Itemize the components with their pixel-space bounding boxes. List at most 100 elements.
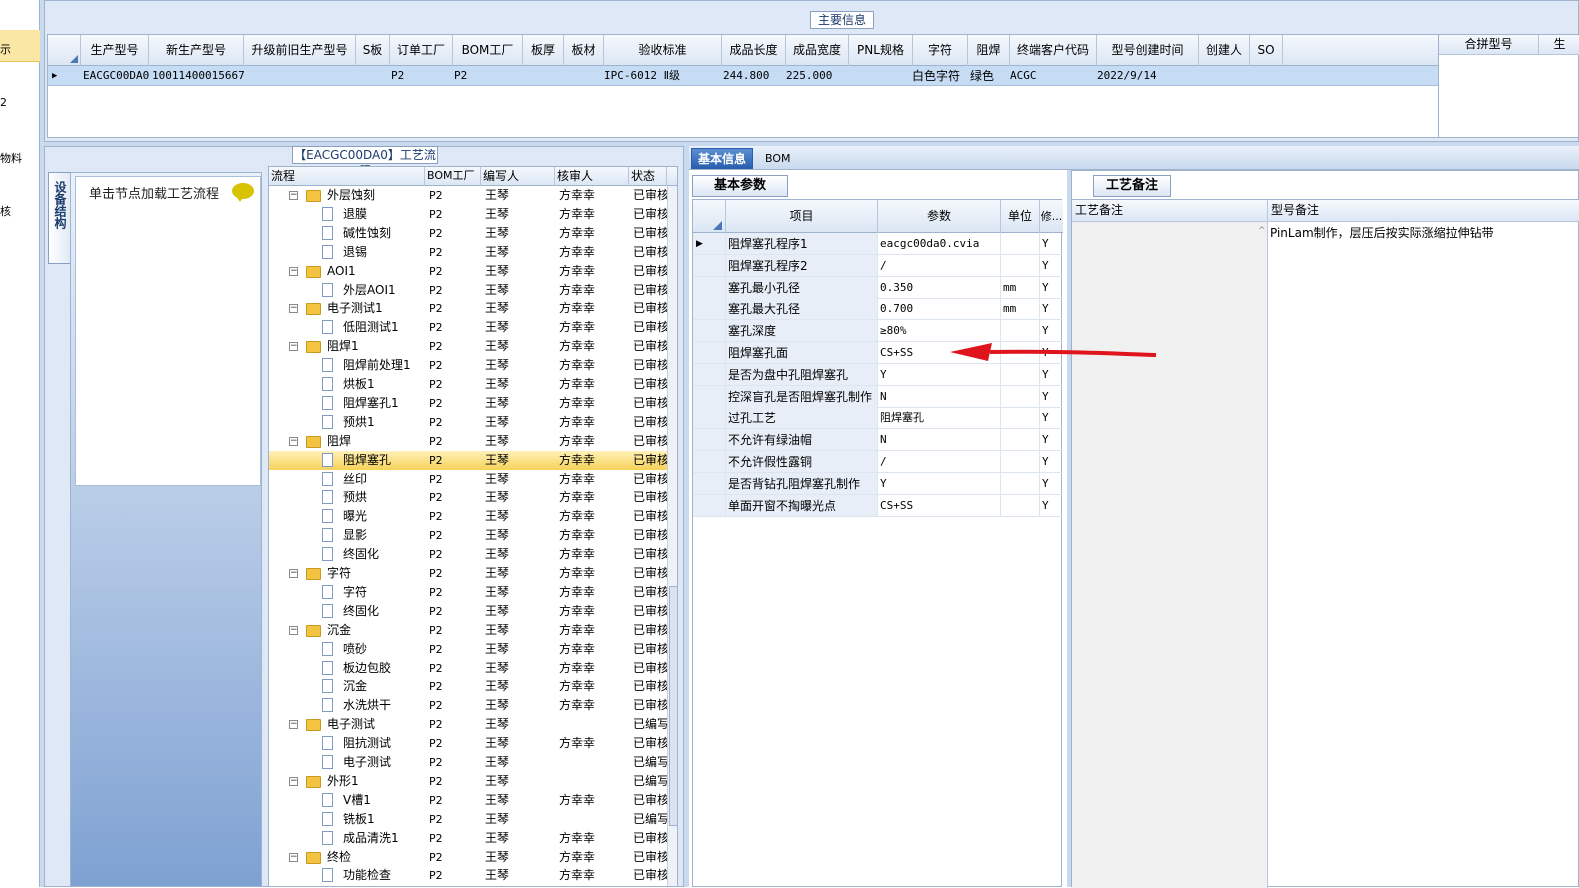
collapse-icon[interactable]: − [289,720,298,730]
tree-row[interactable]: 沉金 P2 王琴 方幸幸 已审核 [269,677,667,696]
tree-row[interactable]: 阻抗测试 P2 王琴 方幸幸 已审核 [269,734,667,753]
col-header[interactable]: 生产型号 [81,35,149,66]
tree-row[interactable]: 字符 P2 王琴 方幸幸 已审核 [269,583,667,602]
collapse-icon[interactable]: − [289,569,298,578]
param-value[interactable]: eacgc00da0.cvia [878,233,1001,254]
tree-row[interactable]: − 字符 P2 王琴 方幸幸 已审核 [269,564,667,583]
col-header[interactable]: 成品长度 [722,35,786,66]
collapse-icon[interactable]: − [289,852,298,862]
col-header[interactable]: 成品宽度 [786,35,849,66]
tab-basic-info[interactable]: 基本信息 [691,148,754,169]
cell[interactable]: IPC-6012 Ⅱ级 [604,66,680,86]
cell[interactable]: P2 [391,66,404,86]
param-row[interactable]: 过孔工艺 阻焊塞孔 Y [693,407,1063,430]
nav-item-0[interactable]: 示 [0,41,11,57]
col-header[interactable]: 验收标准 [604,35,722,66]
col-header[interactable]: 合拼型号 [1439,35,1539,55]
tree-scrollbar[interactable] [667,186,677,886]
tree-row[interactable]: 曝光 P2 王琴 方幸幸 已审核 [269,507,667,526]
tree-row[interactable]: 水洗烘干 P2 王琴 方幸幸 已审核 [269,696,667,715]
cell[interactable]: ACGC [1010,66,1037,86]
param-value[interactable]: N [878,385,1001,407]
tree-row[interactable]: 烘板1 P2 王琴 方幸幸 已审核 [269,375,667,394]
tree-row[interactable]: V槽1 P2 王琴 方幸幸 已审核 [269,791,667,810]
cell[interactable]: EACGC00DA0 [83,66,149,86]
tree-row[interactable]: 终固化 P2 王琴 方幸幸 已审核 [269,545,667,564]
tree-row[interactable]: 外层AOI1 P2 王琴 方幸幸 已审核 [269,281,667,300]
col-header[interactable]: 字符 [913,35,968,66]
tree-row[interactable]: − 外形1 P2 王琴 已编写 [269,772,667,791]
col-header[interactable]: 型号备注 [1268,200,1579,222]
col-header[interactable]: 单位 [1001,200,1040,233]
col-header[interactable]: 工艺备注 [1072,200,1268,222]
col-header[interactable]: 状态 [629,167,667,186]
collapse-icon[interactable]: − [289,191,298,200]
tab-bom[interactable]: BOM [759,148,797,169]
col-header[interactable]: 阻焊 [968,35,1010,66]
param-value[interactable]: N [878,429,1001,451]
tree-row[interactable]: 铣板1 P2 王琴 已编写 [269,810,667,829]
cell[interactable]: 白色字符 [912,66,960,86]
cell[interactable]: 225.000 [786,66,832,86]
tree-row[interactable]: − AOI1 P2 王琴 方幸幸 已审核 [269,262,667,281]
collapse-icon[interactable]: − [289,776,298,786]
param-row[interactable]: 单面开窗不掏曝光点 CS+SS Y [693,494,1063,517]
param-row[interactable]: 是否背钻孔阻焊塞孔制作 Y Y [693,472,1063,495]
tree-row[interactable]: 预烘 P2 王琴 方幸幸 已审核 [269,488,667,507]
collapse-icon[interactable]: − [289,342,298,352]
tree-row[interactable]: 显影 P2 王琴 方幸幸 已审核 [269,526,667,545]
param-row[interactable]: 不允许有绿油帽 N Y [693,429,1063,452]
nav-item-2[interactable]: 物料 [0,150,22,166]
tree-row[interactable]: − 阻焊1 P2 王琴 方幸幸 已审核 [269,337,667,356]
param-value[interactable]: / [878,451,1001,472]
param-row[interactable]: 阻焊塞孔程序2/ Y [693,254,1063,277]
col-header[interactable]: BOM工厂 [425,167,481,186]
param-value[interactable]: 0.700 [878,298,1001,320]
tab-basic-params[interactable]: 基本参数 [692,175,788,197]
cell[interactable]: 10011400015667 [152,66,245,86]
col-header[interactable]: 板材 [564,35,604,66]
param-value[interactable]: 0.350 [878,276,1001,298]
tree-row[interactable]: 板边包胶 P2 王琴 方幸幸 已审核 [269,659,667,678]
nav-item-3[interactable]: 核 [0,203,11,219]
col-header[interactable]: 流程 [269,167,425,186]
tree-row[interactable]: 低阻测试1 P2 王琴 方幸幸 已审核 [269,318,667,337]
scroll-up-icon[interactable]: ^ [1258,226,1266,236]
param-row[interactable]: 塞孔最小孔径 0.350 mm Y [693,276,1063,299]
vertical-splitter[interactable] [684,146,689,887]
col-header[interactable]: 终端客户代码 [1010,35,1097,66]
param-value[interactable]: CS+SS [878,494,1001,516]
tree-row[interactable]: 终固化 P2 王琴 方幸幸 已审核 [269,602,667,621]
tree-row[interactable]: − 沉金 P2 王琴 方幸幸 已审核 [269,621,667,640]
param-value[interactable]: / [878,254,1001,276]
tree-row[interactable]: 丝印 P2 王琴 方幸幸 已审核 [269,470,667,489]
col-header[interactable]: 参数 [878,200,1001,233]
tree-row[interactable]: − 阻焊 P2 王琴 方幸幸 已审核 [269,432,667,451]
cell[interactable]: P2 [454,66,467,86]
tree-row[interactable]: − 电子测试1 P2 王琴 方幸幸 已审核 [269,299,667,318]
equipment-structure-tab[interactable]: 设备结构 [48,172,70,264]
col-header[interactable]: 订单工厂 [390,35,453,66]
col-header[interactable]: BOM工厂 [453,35,523,66]
collapse-icon[interactable]: − [289,436,298,446]
tree-row[interactable]: − 外层蚀刻 P2 王琴 方幸幸 已审核 [269,186,667,205]
nav-item-1[interactable]: 2 [0,96,7,109]
cell[interactable]: 2022/9/14 [1097,66,1157,86]
col-header[interactable]: 项目 [726,200,878,233]
tree-row[interactable]: − 终检 P2 王琴 方幸幸 已审核 [269,848,667,867]
tree-row[interactable]: 碱性蚀刻 P2 王琴 方幸幸 已审核 [269,224,667,243]
col-header[interactable]: 型号创建时间 [1097,35,1199,66]
cell[interactable]: 244.800 [723,66,769,86]
tree-row[interactable]: 电子测试 P2 王琴 已编写 [269,753,667,772]
col-header[interactable]: 升级前旧生产型号 [244,35,356,66]
tree-row[interactable]: 阻焊前处理1 P2 王琴 方幸幸 已审核 [269,356,667,375]
tree-row[interactable]: − 电子测试 P2 王琴 已编写 [269,715,667,734]
col-header[interactable]: 新生产型号 [149,35,244,66]
param-row[interactable]: 不允许假性露铜 / Y [693,451,1063,473]
tree-row[interactable]: 功能检查 P2 王琴 方幸幸 已审核 [269,866,667,885]
col-header[interactable]: 修... [1040,200,1063,233]
col-header[interactable]: S板 [356,35,390,66]
model-note-cell[interactable]: PinLam制作，层压后按实际涨缩拉伸钻带 [1270,224,1494,241]
param-row[interactable]: ▶ 阻焊塞孔程序1 eacgc00da0.cvia Y [693,233,1063,255]
col-header[interactable]: 编写人 [481,167,555,186]
